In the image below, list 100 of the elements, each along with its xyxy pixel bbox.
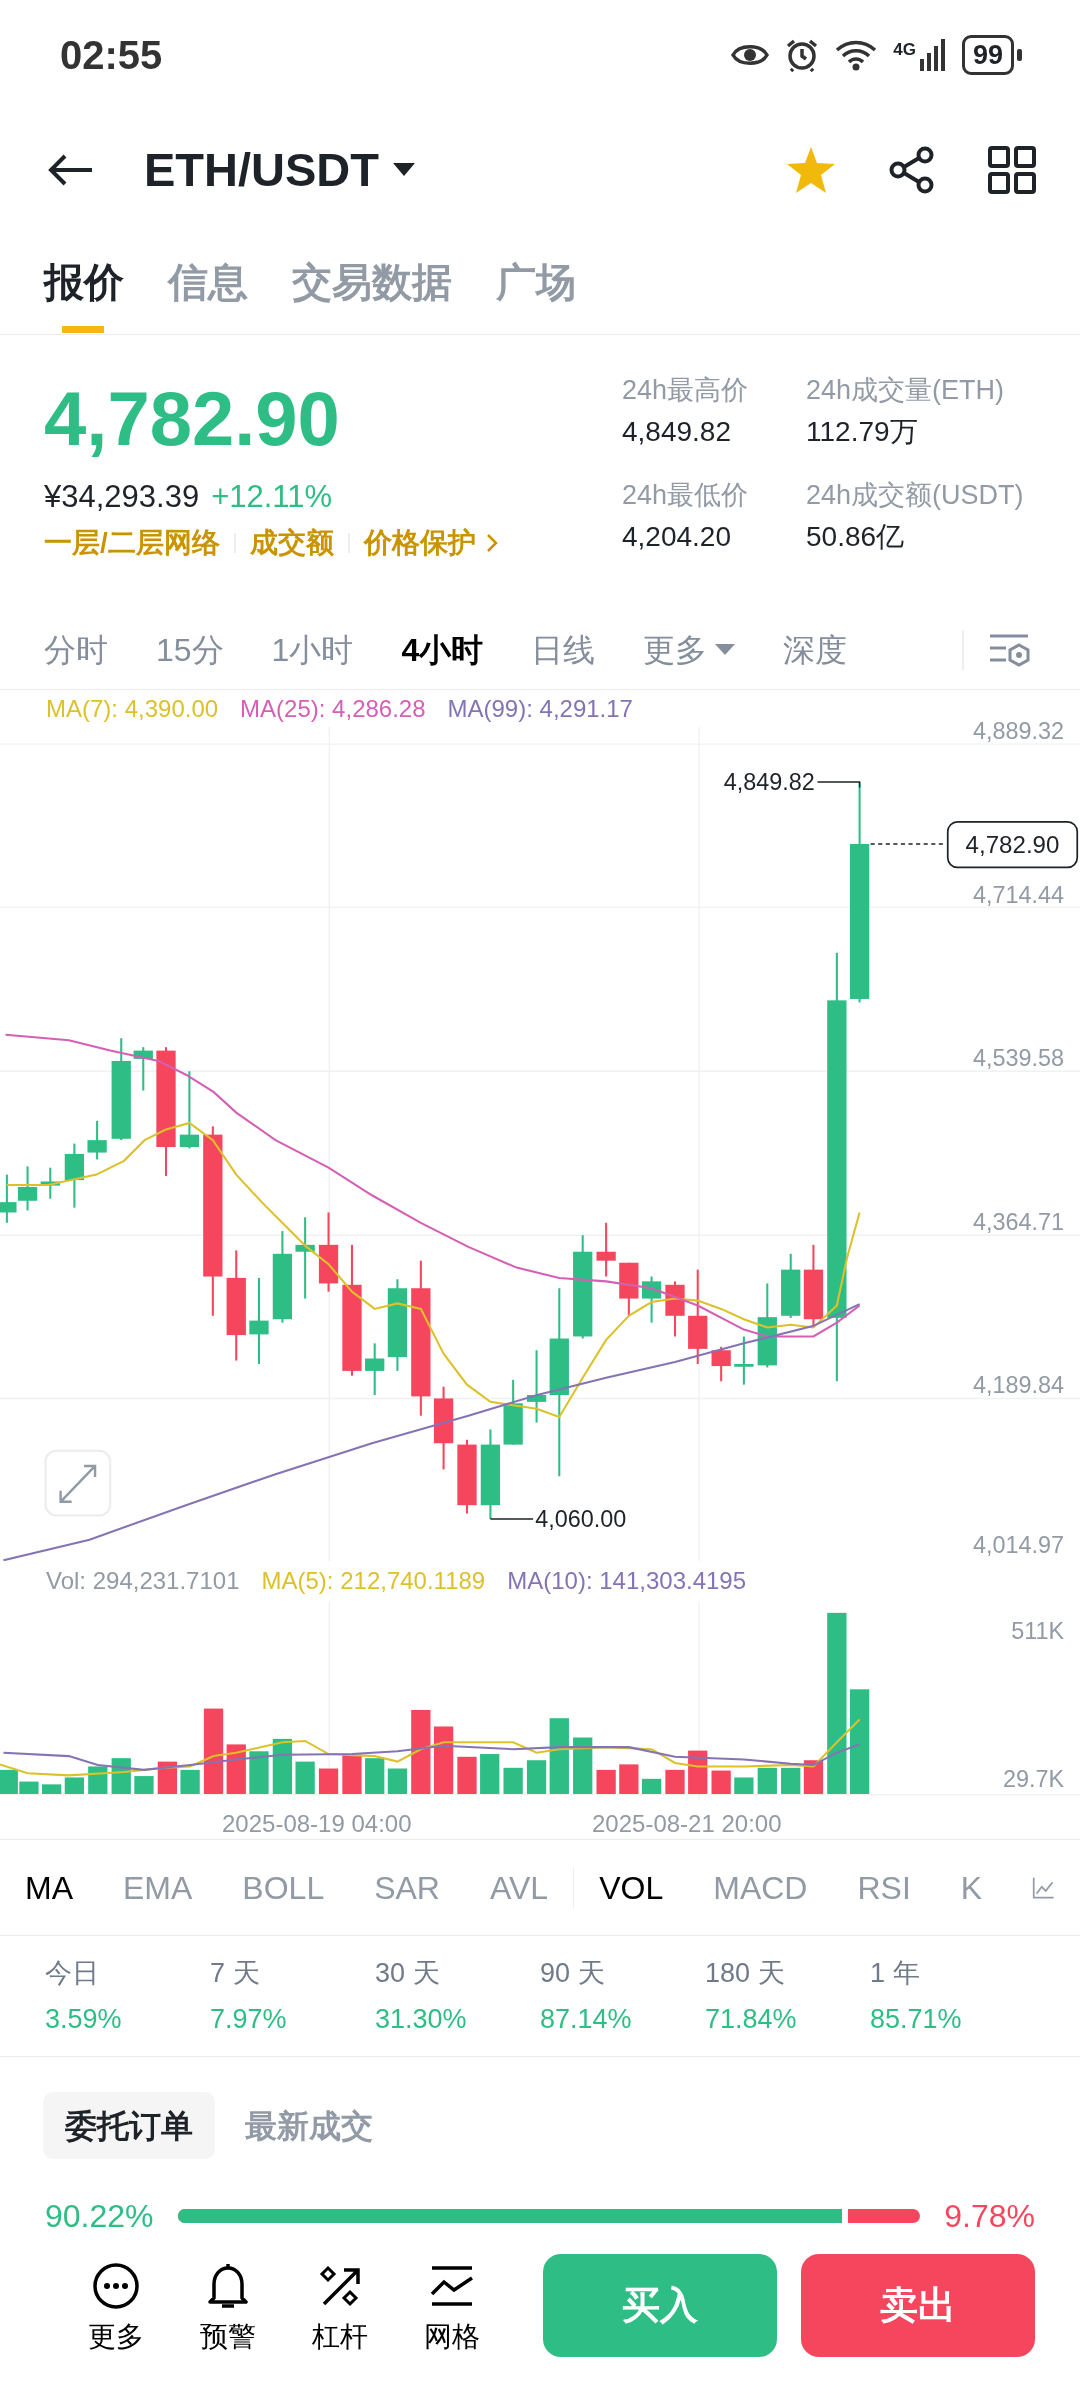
volume-legend: MA(10): 141,303.4195 <box>507 1561 747 1601</box>
candlestick <box>40 1167 60 1199</box>
indicator-tab[interactable]: K <box>960 1863 983 1912</box>
volume-bar <box>272 1738 293 1794</box>
volume-bar <box>342 1754 362 1794</box>
volume-bar <box>249 1751 269 1794</box>
period-label: 30 天 <box>375 1957 441 1990</box>
volume-bar <box>365 1758 385 1794</box>
candlestick <box>596 1222 616 1277</box>
last-price: 4,782.90 <box>44 381 341 457</box>
leader-line <box>816 781 861 789</box>
interval-tab[interactable]: 15分 <box>156 625 224 674</box>
stat-label: 24h成交量(ETH) <box>806 374 1006 407</box>
price-axis-label: 4,889.32 <box>973 720 1065 744</box>
volume-axis-label: 511K <box>1011 1618 1065 1644</box>
price-axis-label: 4,189.84 <box>973 1371 1065 1398</box>
network-type: 4G <box>893 41 916 58</box>
more-icon <box>91 2262 140 2310</box>
period-return: 87.14% <box>540 2003 633 2036</box>
pair-title[interactable]: ETH/USDT <box>144 134 379 206</box>
sell-ratio: 9.78% <box>944 2197 1035 2236</box>
caret-down-icon[interactable] <box>393 163 415 177</box>
toolbar-button[interactable]: 预警 <box>171 2254 284 2358</box>
indicator-tab[interactable]: EMA <box>123 1863 193 1912</box>
time-axis-label: 2025-08-19 04:00 <box>222 1809 412 1839</box>
indicator-tab[interactable]: VOL <box>599 1863 664 1912</box>
battery-indicator: 99 <box>961 35 1022 75</box>
toolbar-button[interactable]: 更多 <box>60 2254 172 2358</box>
volume-legend: Vol: 294,231.7101 <box>46 1561 240 1601</box>
period-return: 3.59% <box>45 2003 123 2036</box>
stat-value: 112.79万 <box>806 415 919 449</box>
signal-icon <box>919 39 946 71</box>
volume-bar <box>641 1778 662 1794</box>
info-link[interactable]: 价格保护 <box>363 527 476 559</box>
interval-tab[interactable]: 分时 <box>44 625 108 674</box>
volume-bar <box>226 1744 246 1794</box>
interval-tab[interactable]: 日线 <box>531 625 596 674</box>
buy-ratio: 90.22% <box>45 2197 154 2236</box>
page-tab[interactable]: 信息 <box>168 230 248 335</box>
moving-average-legend: MA(25): 4,286.28 <box>240 690 426 720</box>
volume-bar <box>665 1769 685 1794</box>
star-icon[interactable] <box>786 146 836 194</box>
volume-bar <box>387 1768 408 1794</box>
stat-value: 4,849.82 <box>622 415 732 449</box>
indicator-tab[interactable]: MA <box>25 1863 73 1912</box>
toolbar-button[interactable]: 杠杆 <box>283 2254 396 2358</box>
low-price-label: 4,060.00 <box>535 1506 627 1533</box>
candlestick <box>734 1336 754 1385</box>
volume-bar <box>803 1760 824 1794</box>
interval-tab[interactable]: 更多 <box>643 625 736 674</box>
price-axis-label: 4,014.97 <box>973 1532 1065 1559</box>
interval-tab[interactable]: 4小时 <box>401 625 484 674</box>
order-tab[interactable]: 最新成交 <box>223 2092 395 2159</box>
volume-bar <box>134 1776 154 1794</box>
order-tab[interactable]: 委托订单 <box>43 2092 215 2159</box>
indicator-tab[interactable]: SAR <box>374 1863 440 1912</box>
page-tab[interactable]: 交易数据 <box>292 230 452 335</box>
page-tab[interactable]: 报价 <box>44 230 124 335</box>
chevron-right-icon[interactable] <box>485 533 498 553</box>
volume-legend: MA(5): 212,740.1189 <box>261 1561 486 1601</box>
period-label: 90 天 <box>540 1957 606 1990</box>
price-axis-label: 4,539.58 <box>973 1044 1065 1071</box>
sell-button[interactable]: 卖出 <box>801 2254 1035 2357</box>
interval-tab[interactable]: 1小时 <box>271 625 354 674</box>
volume-bar <box>64 1777 85 1794</box>
page-tab[interactable]: 广场 <box>496 230 576 335</box>
time-axis-label: 2025-08-21 20:00 <box>592 1809 782 1839</box>
share-icon[interactable] <box>888 146 936 194</box>
candlestick <box>17 1166 38 1211</box>
info-link[interactable]: 成交额 <box>249 527 334 559</box>
back-arrow-icon[interactable] <box>48 153 94 187</box>
grid-icon[interactable] <box>988 146 1036 194</box>
expand-icon[interactable] <box>44 1449 112 1517</box>
info-link[interactable]: 一层/二层网络 <box>44 527 220 559</box>
stat-label: 24h最低价 <box>622 479 750 512</box>
period-return: 85.71% <box>870 2003 963 2036</box>
leader-line <box>489 1518 534 1520</box>
stat-label: 24h最高价 <box>622 374 750 407</box>
indicator-tab[interactable]: RSI <box>857 1863 911 1912</box>
interval-tab[interactable]: 深度 <box>783 625 848 674</box>
price-axis-label: 4,364.71 <box>973 1208 1065 1235</box>
volume-bar <box>711 1770 731 1794</box>
volume-bar <box>596 1769 616 1794</box>
volume-bar <box>433 1726 454 1794</box>
indicator-tab[interactable]: MACD <box>713 1863 808 1912</box>
caret-down-icon <box>715 643 736 656</box>
candlestick <box>365 1343 385 1395</box>
buy-button[interactable]: 买入 <box>543 2254 778 2357</box>
toolbar-button[interactable]: 网格 <box>395 2254 508 2358</box>
volume-bar <box>318 1768 339 1794</box>
volume-bar <box>42 1784 62 1794</box>
candlestick <box>641 1276 662 1323</box>
indicator-tab[interactable]: AVL <box>489 1863 549 1912</box>
wifi-icon <box>835 39 878 71</box>
price-change: +12.11% <box>211 479 333 514</box>
cny-price: ¥34,293.39 <box>44 479 200 514</box>
period-return: 31.30% <box>375 2003 468 2036</box>
candlestick <box>619 1262 639 1316</box>
stat-value: 4,204.20 <box>622 520 732 554</box>
indicator-tab[interactable]: BOLL <box>242 1863 325 1912</box>
